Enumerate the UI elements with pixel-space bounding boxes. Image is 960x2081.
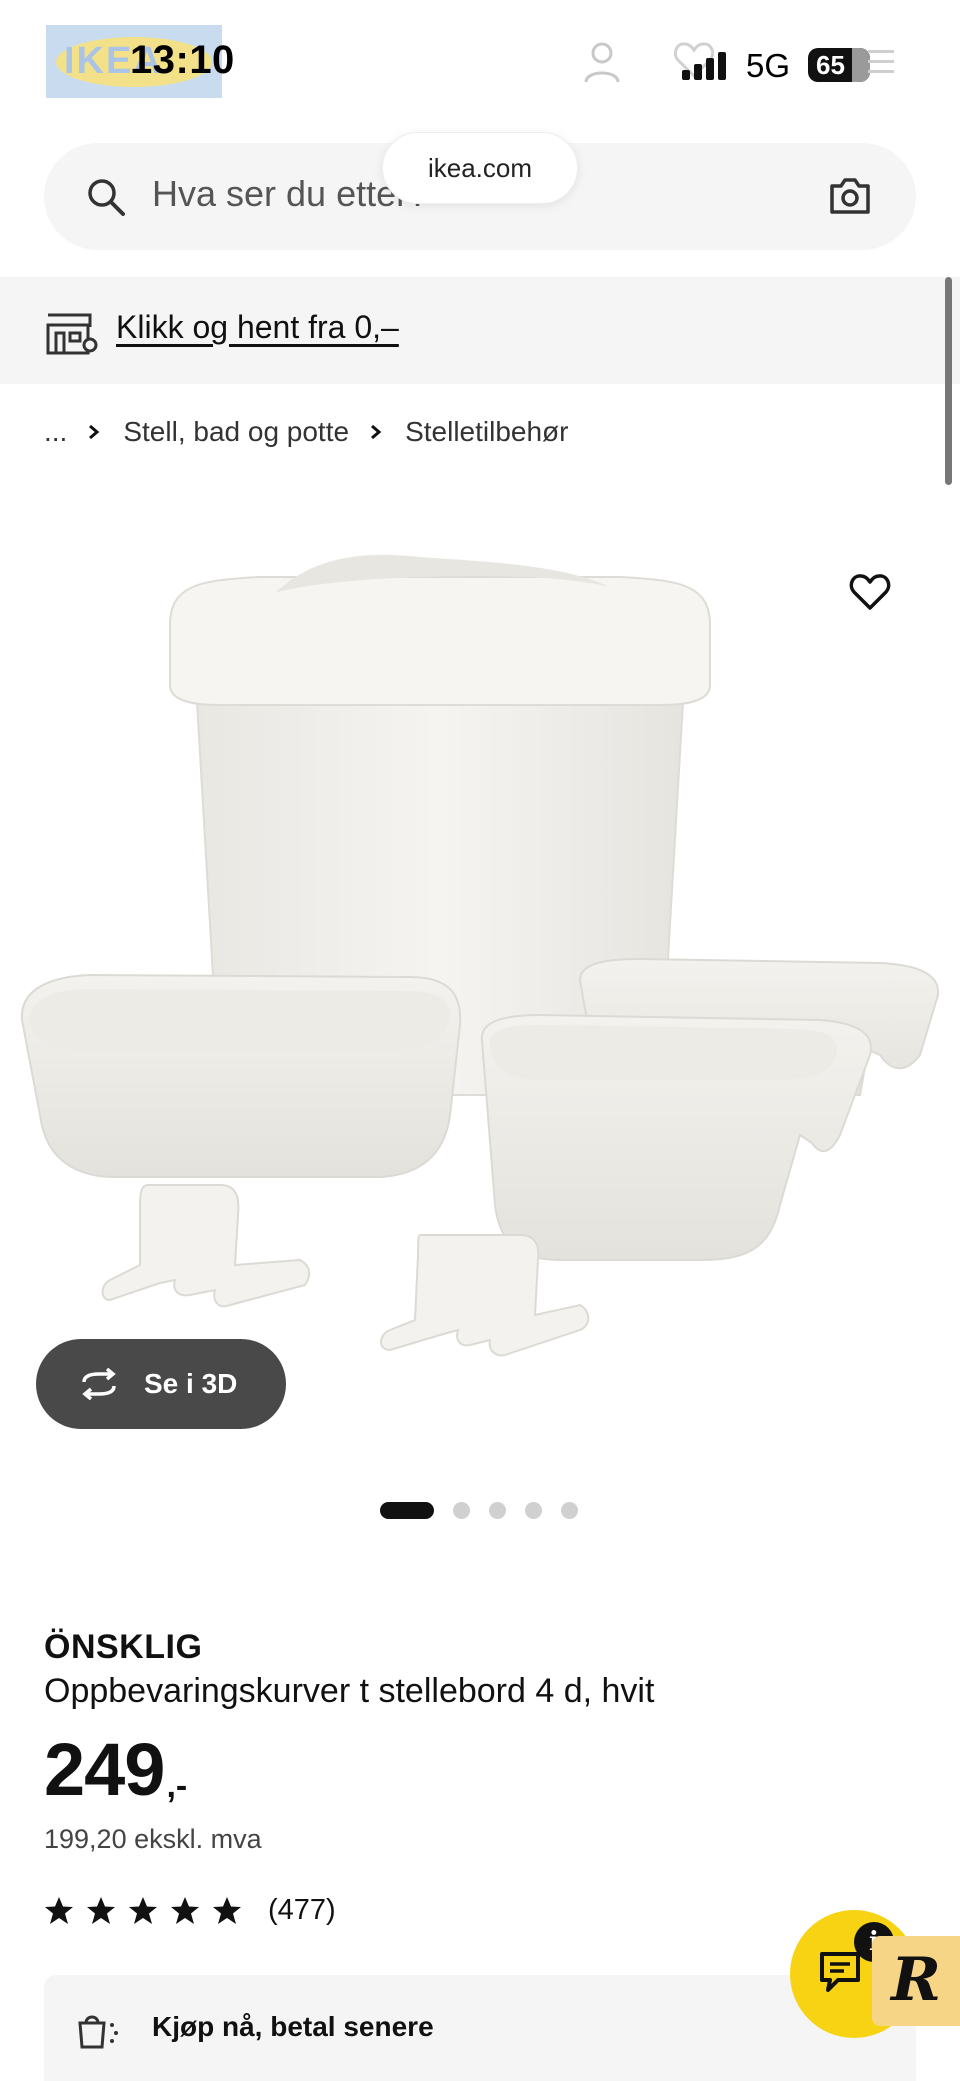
pickup-link[interactable]: Klikk og hent fra 0,– [116, 309, 399, 346]
pay-later-label: Kjøp nå, betal senere [152, 2011, 434, 2042]
breadcrumb-item-stelletilbehor[interactable]: Stelletilbehør [405, 416, 568, 448]
network-type: 5G [746, 47, 791, 84]
pay-later-card[interactable]: Kjøp nå, betal senere [44, 1975, 916, 2081]
pickup-banner[interactable]: Klikk og hent fra 0,– [0, 277, 960, 384]
carousel-dot[interactable] [525, 1501, 542, 1519]
star-icon [45, 1897, 73, 1924]
carousel-dot[interactable] [561, 1501, 578, 1519]
chevron-right-icon [369, 424, 383, 440]
breadcrumb-item-ellipsis[interactable]: ... [44, 416, 67, 448]
product-description: Oppbevaringskurver t stellebord 4 d, hvi… [44, 1672, 655, 1710]
breadcrumb: ... Stell, bad og potte Stelletilbehør [44, 412, 568, 452]
hamburger-menu-icon[interactable] [868, 48, 894, 76]
breadcrumb-item-stell-bad-potte[interactable]: Stell, bad og potte [123, 416, 349, 448]
price-value: 249 [44, 1728, 165, 1811]
star-icon [171, 1897, 199, 1924]
shopping-bag-icon [78, 2015, 118, 2049]
review-count[interactable]: (477) [268, 1894, 336, 1927]
user-icon[interactable] [582, 40, 622, 84]
battery-indicator: 65 [808, 48, 870, 82]
signal-icon [682, 52, 726, 80]
carousel-dot[interactable] [453, 1501, 470, 1519]
product-image[interactable] [0, 515, 960, 1470]
view-3d-label: Se i 3D [144, 1368, 238, 1399]
browser-url-pill[interactable]: ikea.com [382, 132, 578, 204]
r-extension-badge[interactable]: R [872, 1936, 960, 2026]
star-icon [87, 1897, 115, 1924]
product-rating[interactable]: (477) [44, 1894, 336, 1927]
page-scrollbar[interactable] [945, 277, 952, 485]
carousel-dots [380, 1500, 597, 1520]
battery-level: 65 [816, 50, 845, 80]
view-3d-button[interactable]: Se i 3D [36, 1339, 286, 1429]
star-icon [213, 1897, 241, 1924]
product-brand: ÖNSKLIG [44, 1628, 203, 1666]
carousel-dot-active[interactable] [380, 1501, 434, 1519]
store-icon [46, 313, 98, 355]
camera-icon[interactable] [828, 176, 872, 216]
star-icon [129, 1897, 157, 1924]
favorite-heart-icon[interactable] [848, 572, 892, 612]
price-suffix: ,- [166, 1767, 188, 1805]
price-excluding-vat: 199,20 ekskl. mva [44, 1824, 262, 1854]
status-bar: IKEA 13:10 5G 65 [0, 0, 960, 130]
chevron-right-icon [87, 424, 101, 440]
carousel-dot[interactable] [489, 1501, 506, 1519]
rotate-3d-icon [82, 1368, 116, 1400]
product-price: 249 ,- [44, 1730, 187, 1810]
status-time: 13:10 [130, 38, 235, 82]
search-icon [88, 179, 125, 216]
